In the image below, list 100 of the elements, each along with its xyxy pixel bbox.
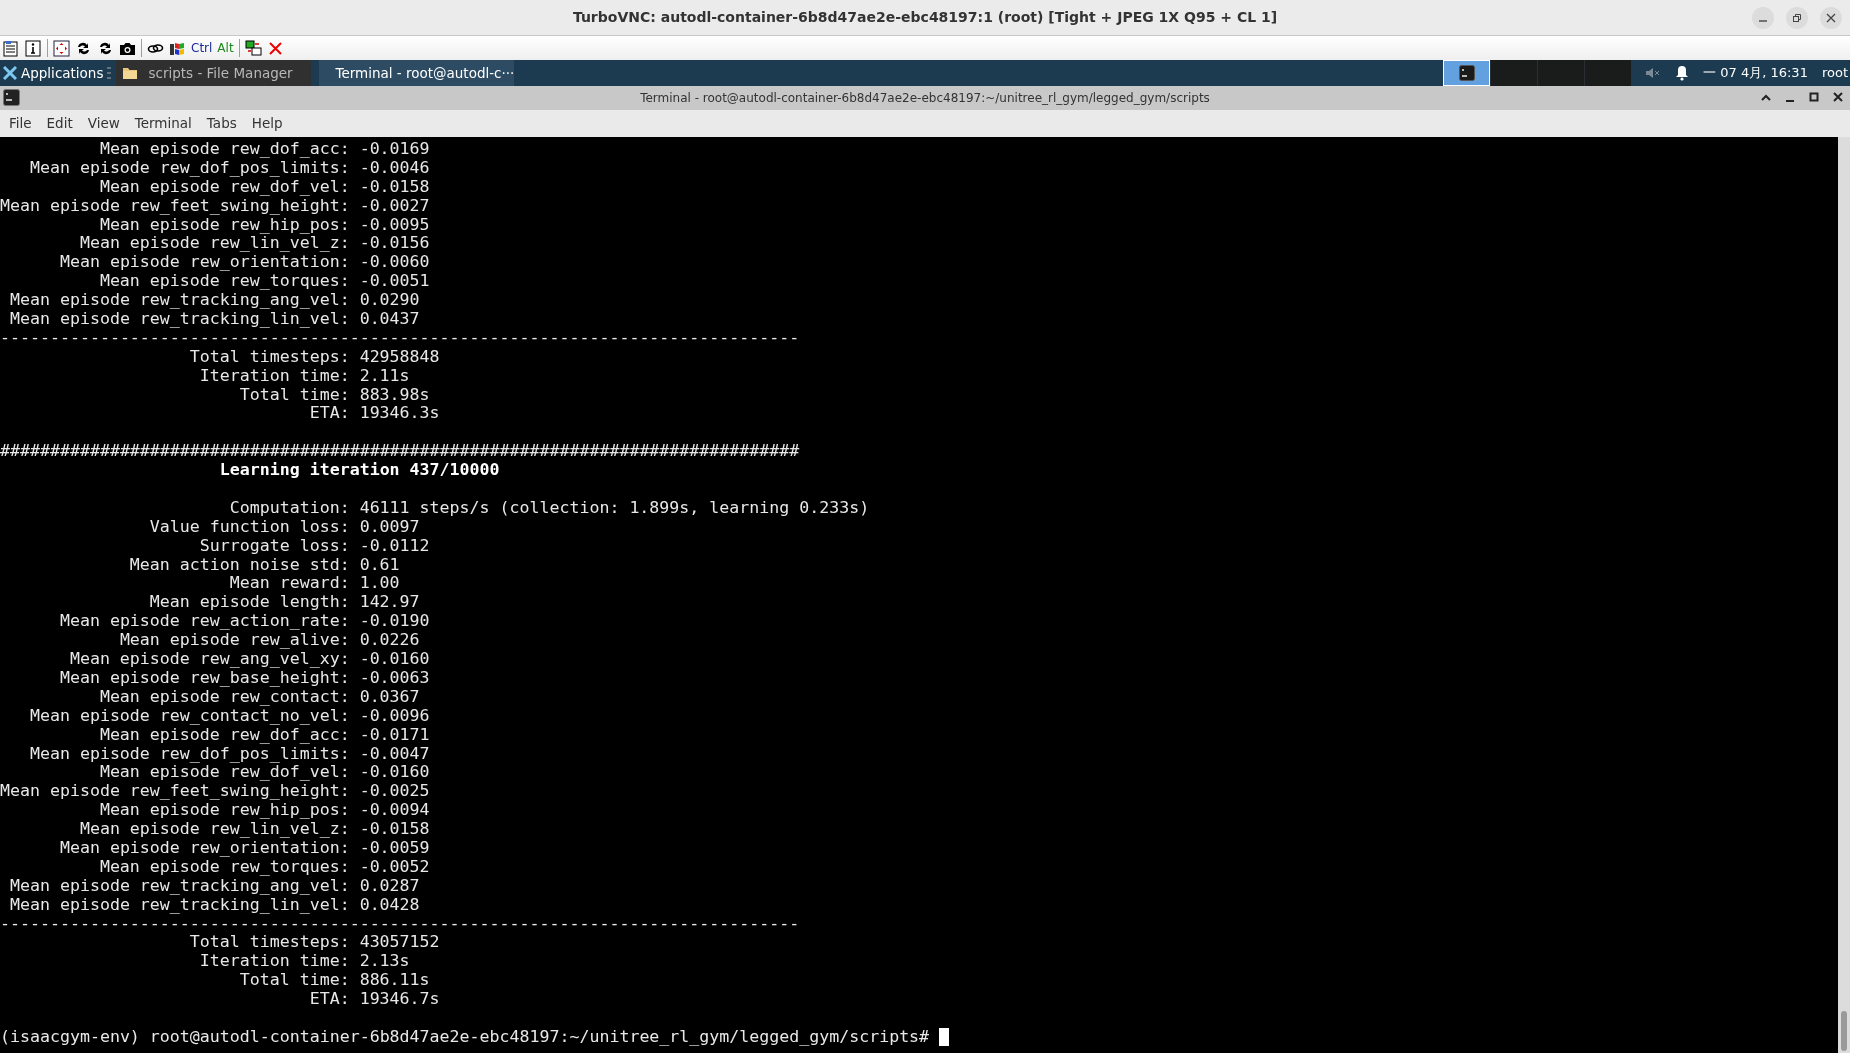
log-value: -0.0060 (359, 253, 430, 273)
log-value: -0.0046 (359, 158, 430, 178)
log-heading: Learning iteration 437/10000 (219, 461, 500, 481)
close-icon (1826, 13, 1836, 23)
log-label: Total timesteps: (188, 933, 350, 953)
log-label: Total timesteps: (188, 347, 350, 367)
log-value: 886.11s (359, 971, 430, 991)
maximize-icon[interactable] (1808, 91, 1820, 103)
log-label: Iteration time: (198, 952, 350, 972)
log-label: Mean episode length: (148, 593, 350, 613)
log-value: -0.0059 (359, 838, 430, 858)
log-value: -0.0063 (359, 668, 430, 688)
log-label: ETA: (308, 404, 350, 424)
log-label: Mean episode rew_dof_pos_limits: (28, 744, 350, 764)
menu-item[interactable]: View (81, 113, 126, 134)
restore-button[interactable] (1786, 7, 1808, 29)
log-value: 0.0437 (359, 310, 420, 329)
log-label: Mean episode rew_lin_vel_z: (78, 820, 350, 839)
fullscreen-icon[interactable] (53, 39, 70, 57)
log-value: 42958848 (359, 347, 440, 367)
log-label: Iteration time: (198, 366, 350, 386)
log-value: 46111 steps/s (collection: 1.899s, learning 0.233s) (359, 498, 870, 518)
muted-speaker-icon[interactable] (1645, 66, 1662, 80)
log-label: Mean episode rew_dof_vel: (98, 177, 350, 197)
log-label: ETA: (308, 990, 350, 1009)
menu-item[interactable]: File (3, 113, 38, 134)
log-value: -0.0160 (359, 763, 430, 783)
log-label: Mean episode rew_base_height: (58, 668, 350, 688)
log-label: Mean episode rew_ang_vel_xy: (68, 650, 350, 669)
task-button[interactable]: Terminal - root@autodl-c··· (319, 60, 515, 86)
log-label: Mean episode rew_torques: (98, 272, 350, 292)
log-value: 43057152 (359, 933, 440, 953)
log-value: 0.0290 (359, 291, 420, 310)
log-value: 0.0367 (359, 687, 420, 707)
transfer-icon[interactable] (244, 39, 262, 57)
ctrl-key-button[interactable]: Ctrl (191, 39, 213, 57)
log-value: 883.98s (359, 385, 430, 405)
log-label: Mean episode rew_dof_acc: (98, 725, 350, 745)
terminal-icon (1458, 65, 1475, 81)
log-value: -0.0112 (359, 536, 430, 556)
log-label: Mean episode rew_contact_no_vel: (28, 706, 350, 726)
log-value: -0.0094 (359, 801, 430, 821)
menu-item[interactable]: Edit (40, 113, 79, 134)
separator-line: ################################################################################ (0, 442, 800, 462)
log-label: Mean episode rew_feet_swing_height: (0, 196, 350, 216)
log-label: Mean episode rew_dof_vel: (98, 763, 350, 783)
log-value: -0.0027 (359, 196, 430, 216)
minimize-icon (1759, 20, 1767, 22)
log-value: 2.13s (359, 952, 410, 972)
log-value: -0.0047 (359, 744, 430, 764)
folder-icon (122, 66, 139, 80)
log-value: 1.00 (359, 574, 400, 594)
separator-line: -------------------------------------------------------------------------------- (0, 328, 800, 348)
log-label: Mean episode rew_tracking_lin_vel: (9, 310, 350, 329)
task-button[interactable]: scripts - File Manager (116, 60, 312, 86)
log-value: 0.0428 (359, 895, 420, 915)
log-label: Total time: (238, 971, 350, 991)
log-value: 19346.7s (359, 990, 440, 1009)
clock[interactable]: 一 07 4月, 16:31 (1703, 63, 1808, 83)
log-value: -0.0160 (359, 650, 430, 669)
log-value: 19346.3s (359, 404, 440, 424)
user-name[interactable]: root (1821, 63, 1848, 83)
options-icon[interactable] (3, 39, 20, 57)
minimize-button[interactable] (1752, 7, 1774, 29)
log-value: -0.0156 (359, 234, 430, 254)
info-icon[interactable] (25, 39, 42, 57)
log-label: Mean episode rew_torques: (98, 857, 350, 877)
terminal-icon (3, 89, 20, 106)
menu-item[interactable]: Help (245, 113, 289, 134)
log-value: 0.0097 (359, 517, 420, 537)
log-value: 0.0287 (359, 876, 420, 896)
log-value: -0.0158 (359, 177, 430, 197)
log-label: Value function loss: (148, 517, 350, 537)
log-value: -0.0052 (359, 857, 430, 877)
terminal-window-title: Terminal - root@autodl-container-6b8d47ae2e-ebc48197:~/unitree_rl_gym/legged_gym/scripts (640, 90, 1210, 107)
log-label: Mean episode rew_dof_acc: (98, 140, 350, 159)
log-label: Computation: (228, 498, 350, 518)
restore-icon (1792, 13, 1802, 23)
log-label: Mean episode rew_action_rate: (58, 612, 350, 632)
log-value: -0.0169 (359, 140, 430, 159)
applications-menu[interactable]: Applications (0, 60, 107, 86)
close-icon[interactable] (1832, 91, 1844, 103)
x-logo-icon (3, 66, 17, 80)
log-value: -0.0096 (359, 706, 430, 726)
menu-item[interactable]: Tabs (200, 113, 243, 134)
log-label: Mean episode rew_tracking_ang_vel: (9, 876, 350, 896)
cursor (939, 1027, 950, 1046)
close-icon[interactable] (266, 39, 284, 57)
scrollbar[interactable] (1838, 137, 1850, 1053)
window-title: TurboVNC: autodl-container-6b8d47ae2e-ebc48197:1 (root) [Tight + JPEG 1X Q95 + CL 1] (572, 8, 1278, 27)
log-value: 0.0226 (359, 631, 420, 651)
log-label: Mean episode rew_tracking_ang_vel: (9, 291, 350, 310)
log-value: -0.0095 (359, 215, 430, 235)
log-value: -0.0025 (359, 782, 430, 802)
log-label: Mean episode rew_lin_vel_z: (78, 234, 350, 254)
menu-item[interactable]: Terminal (128, 113, 198, 134)
log-label: Mean episode rew_hip_pos: (98, 215, 350, 235)
close-button[interactable] (1820, 7, 1842, 29)
alt-key-button[interactable]: Alt (217, 39, 234, 57)
bell-icon[interactable] (1675, 65, 1690, 81)
